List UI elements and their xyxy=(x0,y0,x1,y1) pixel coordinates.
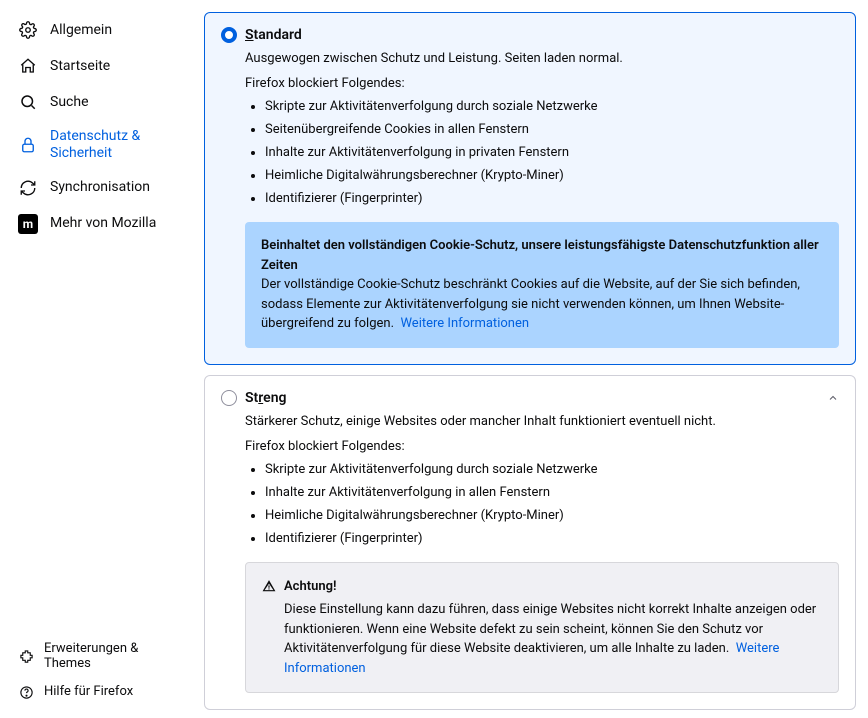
sidebar-item-more-mozilla[interactable]: m Mehr von Mozilla xyxy=(8,206,192,242)
sidebar-item-label: Hilfe für Firefox xyxy=(44,684,133,700)
standard-description: Ausgewogen zwischen Schutz und Leistung.… xyxy=(245,51,839,66)
strict-description: Stärkerer Schutz, einige Websites oder m… xyxy=(245,414,839,429)
list-item: Inhalte zur Aktivitätenverfolgung in all… xyxy=(265,485,839,500)
strict-warning-callout: Achtung! Diese Einstellung kann dazu füh… xyxy=(245,562,839,694)
sidebar-item-addons[interactable]: Erweiterungen & Themes xyxy=(8,635,192,678)
callout-text: Der vollständige Cookie-Schutz beschränk… xyxy=(261,277,800,331)
sidebar-item-label: Suche xyxy=(50,94,89,111)
sidebar-item-search[interactable]: Suche xyxy=(8,84,192,120)
list-item: Skripte zur Aktivitätenverfolgung durch … xyxy=(265,462,839,477)
sidebar-item-label: Synchronisation xyxy=(50,179,150,196)
settings-content: Standard Ausgewogen zwischen Schutz und … xyxy=(200,0,868,718)
standard-callout: Beinhaltet den vollständigen Cookie-Schu… xyxy=(245,222,839,348)
list-item: Skripte zur Aktivitätenverfolgung durch … xyxy=(265,99,839,114)
sidebar-item-label: Allgemein xyxy=(50,22,112,39)
warning-icon xyxy=(262,579,276,593)
settings-sidebar: Allgemein Startseite Suche Datenschutz &… xyxy=(0,0,200,718)
help-icon xyxy=(18,684,34,700)
sidebar-item-general[interactable]: Allgemein xyxy=(8,12,192,48)
sidebar-item-label: Erweiterungen & Themes xyxy=(44,641,182,672)
callout-title: Beinhaltet den vollständigen Cookie-Schu… xyxy=(261,236,823,275)
sidebar-item-privacy[interactable]: Datenschutz & Sicherheit xyxy=(8,120,192,170)
mozilla-icon: m xyxy=(18,214,38,234)
home-icon xyxy=(18,56,38,76)
sync-icon xyxy=(18,178,38,198)
sidebar-item-label: Mehr von Mozilla xyxy=(50,215,156,232)
list-item: Inhalte zur Aktivitätenverfolgung in pri… xyxy=(265,145,839,160)
radio-strict[interactable] xyxy=(221,390,237,406)
sidebar-item-label: Datenschutz & Sicherheit xyxy=(50,128,182,162)
learn-more-link[interactable]: Weitere Informationen xyxy=(400,316,529,331)
lock-icon xyxy=(18,135,38,155)
list-item: Heimliche Digitalwährungsberechner (Kryp… xyxy=(265,508,839,523)
standard-blocks-label: Firefox blockiert Folgendes: xyxy=(245,76,839,91)
sidebar-item-sync[interactable]: Synchronisation xyxy=(8,170,192,206)
gear-icon xyxy=(18,20,38,40)
radio-standard[interactable] xyxy=(221,27,237,43)
list-item: Identifizierer (Fingerprinter) xyxy=(265,191,839,206)
list-item: Identifizierer (Fingerprinter) xyxy=(265,531,839,546)
panel-title-strict: Streng xyxy=(245,390,287,406)
sidebar-item-help[interactable]: Hilfe für Firefox xyxy=(8,678,192,706)
callout-title: Achtung! xyxy=(284,577,336,597)
list-item: Seitenübergreifende Cookies in allen Fen… xyxy=(265,122,839,137)
puzzle-icon xyxy=(18,648,34,664)
strict-block-list: Skripte zur Aktivitätenverfolgung durch … xyxy=(245,462,839,546)
sidebar-item-label: Startseite xyxy=(50,58,110,75)
protection-panel-standard[interactable]: Standard Ausgewogen zwischen Schutz und … xyxy=(204,12,856,365)
sidebar-item-home[interactable]: Startseite xyxy=(8,48,192,84)
chevron-up-icon[interactable] xyxy=(827,392,839,404)
panel-title-standard: Standard xyxy=(245,27,302,43)
protection-panel-strict[interactable]: Streng Stärkerer Schutz, einige Websites… xyxy=(204,375,856,711)
list-item: Heimliche Digitalwährungsberechner (Kryp… xyxy=(265,168,839,183)
strict-blocks-label: Firefox blockiert Folgendes: xyxy=(245,439,839,454)
search-icon xyxy=(18,92,38,112)
standard-block-list: Skripte zur Aktivitätenverfolgung durch … xyxy=(245,99,839,206)
